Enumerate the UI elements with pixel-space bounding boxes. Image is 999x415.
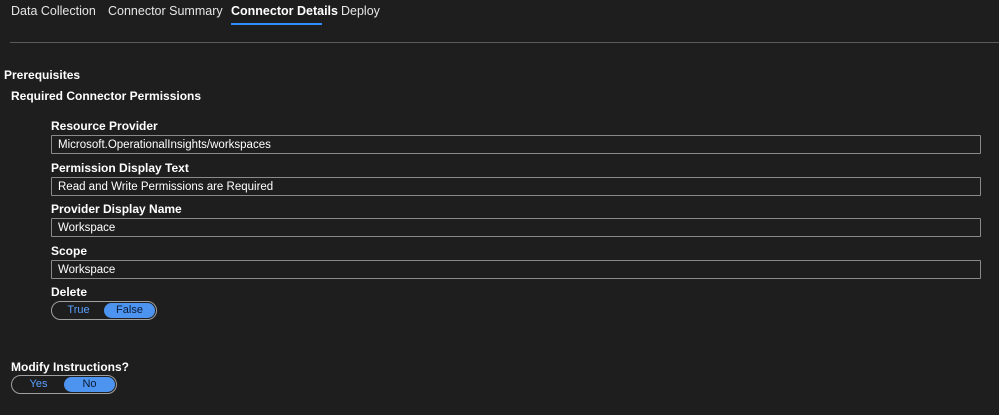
permission-display-text-label: Permission Display Text (51, 161, 189, 175)
tab-connector-summary[interactable]: Connector Summary (108, 4, 223, 18)
tab-divider (10, 42, 999, 43)
active-tab-indicator (231, 23, 322, 25)
required-permissions-heading: Required Connector Permissions (11, 89, 202, 103)
scope-input[interactable] (51, 260, 981, 279)
provider-display-name-label: Provider Display Name (51, 202, 182, 216)
modify-instructions-label: Modify Instructions? (11, 360, 129, 374)
delete-toggle: True False (51, 301, 157, 320)
tab-connector-details[interactable]: Connector Details (231, 4, 338, 18)
delete-label: Delete (51, 285, 88, 299)
provider-display-name-input[interactable] (51, 218, 981, 237)
resource-provider-input[interactable] (51, 135, 981, 154)
delete-option-true[interactable]: True (53, 303, 104, 318)
prerequisites-heading: Prerequisites (4, 68, 81, 82)
delete-option-false[interactable]: False (104, 303, 155, 318)
modify-option-no[interactable]: No (64, 377, 115, 392)
tab-bar: Data Collection Connector Summary Connec… (0, 0, 999, 30)
tab-deploy[interactable]: Deploy (341, 4, 380, 18)
modify-instructions-toggle: Yes No (11, 375, 117, 394)
modify-option-yes[interactable]: Yes (13, 377, 64, 392)
resource-provider-label: Resource Provider (51, 119, 158, 133)
scope-label: Scope (51, 244, 88, 258)
permission-display-text-input[interactable] (51, 177, 981, 196)
tab-data-collection[interactable]: Data Collection (11, 4, 96, 18)
